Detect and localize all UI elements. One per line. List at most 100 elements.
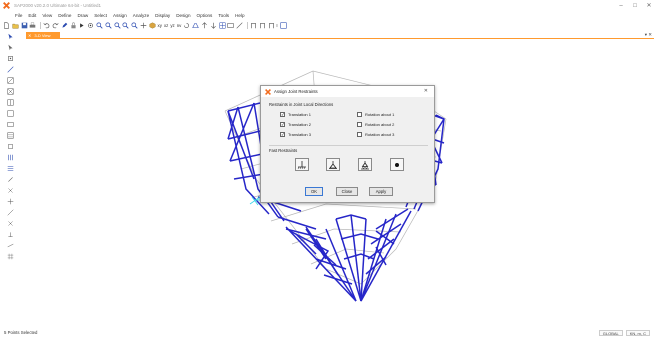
dialog-close-button[interactable]: ✕ <box>424 88 428 94</box>
grid-icon[interactable] <box>219 22 226 29</box>
section-cut-icon[interactable] <box>236 22 243 29</box>
redo-icon[interactable] <box>52 22 59 29</box>
menu-assign[interactable]: Assign <box>113 13 127 18</box>
display-options-icon[interactable] <box>227 22 234 29</box>
maximize-button[interactable]: □ <box>628 0 642 11</box>
view-xy-button[interactable]: xy <box>158 23 162 28</box>
pan-icon[interactable] <box>140 22 147 29</box>
apply-button[interactable]: Apply <box>369 187 393 196</box>
menu-draw[interactable]: Draw <box>77 13 88 18</box>
menu-options[interactable]: Options <box>197 13 213 18</box>
menu-analyze[interactable]: Analyze <box>133 13 149 18</box>
translation-3-row[interactable]: ✓ Translation 3 <box>280 132 311 137</box>
view-yz-button[interactable]: yz <box>170 23 174 28</box>
units-dropdown[interactable]: KN, m, C <box>625 329 650 336</box>
3d-view-icon[interactable] <box>149 22 156 29</box>
frame-rigid-icon[interactable] <box>268 22 275 29</box>
zoom-window-icon[interactable] <box>114 22 121 29</box>
joint-icon[interactable] <box>87 22 94 29</box>
snap-joint-icon[interactable] <box>7 198 14 205</box>
close-button[interactable]: Close <box>336 187 358 196</box>
draw-brace-icon[interactable] <box>7 88 14 95</box>
rotation-2-row[interactable]: Rotation about 2 <box>357 122 394 127</box>
select-previous-icon[interactable] <box>7 165 14 172</box>
rotation-3-checkbox[interactable] <box>357 132 362 137</box>
menu-design[interactable]: Design <box>176 13 190 18</box>
undo-icon[interactable] <box>43 22 50 29</box>
snap-line-icon[interactable] <box>7 242 14 249</box>
close-window-button[interactable]: ✕ <box>642 0 656 11</box>
clear-selection-icon[interactable] <box>7 176 14 183</box>
snap-fine-grid-icon[interactable] <box>7 253 14 260</box>
draw-area-icon[interactable] <box>7 110 14 117</box>
zoom-in-icon[interactable] <box>96 22 103 29</box>
view-xz-button[interactable]: xz <box>164 23 168 28</box>
view-nv-button[interactable]: nv <box>177 23 182 28</box>
menu-bar: File Edit View Define Draw Select Assign… <box>0 11 656 20</box>
new-icon[interactable] <box>3 22 10 29</box>
coordinate-system-dropdown[interactable]: GLOBAL <box>598 329 623 336</box>
fixed-support-button[interactable] <box>295 158 309 171</box>
translation-1-checkbox[interactable]: ✓ <box>280 112 285 117</box>
zoom-out-icon[interactable] <box>105 22 112 29</box>
quick-draw-frame-icon[interactable] <box>7 77 14 84</box>
zoom-full-icon[interactable] <box>131 22 138 29</box>
open-icon[interactable] <box>12 22 19 29</box>
menu-define[interactable]: Define <box>58 13 71 18</box>
ok-button[interactable]: OK <box>305 187 323 196</box>
pinned-support-button[interactable] <box>326 158 340 171</box>
run-icon[interactable] <box>78 22 85 29</box>
move-down-icon[interactable] <box>210 22 217 29</box>
rotation-1-checkbox[interactable] <box>357 112 362 117</box>
view-window-controls[interactable]: ▾ ✕ <box>645 32 652 38</box>
translation-2-checkbox[interactable]: ✓ <box>280 122 285 127</box>
menu-select[interactable]: Select <box>94 13 107 18</box>
tab-close-icon[interactable]: ✕ <box>28 33 31 38</box>
roller-support-button[interactable] <box>358 158 372 171</box>
draw-solid-icon[interactable] <box>7 143 14 150</box>
menu-display[interactable]: Display <box>155 13 170 18</box>
snap-midpoint-icon[interactable] <box>7 209 14 216</box>
quick-draw-area-icon[interactable] <box>7 132 14 139</box>
menu-help[interactable]: Help <box>235 13 244 18</box>
menu-edit[interactable]: Edit <box>28 13 36 18</box>
toolbar-separator <box>40 22 42 29</box>
frame-sections-icon[interactable] <box>279 22 287 29</box>
rotate-icon[interactable] <box>183 22 190 29</box>
snap-intersection-icon[interactable] <box>7 220 14 227</box>
draw-joint-icon[interactable] <box>7 55 14 62</box>
rotation-1-row[interactable]: Rotation about 1 <box>357 112 394 117</box>
lock-icon[interactable] <box>70 22 77 29</box>
reshape-icon[interactable] <box>7 44 14 51</box>
perspective-icon[interactable] <box>192 22 199 29</box>
translation-2-row[interactable]: ✓ Translation 2 <box>280 122 311 127</box>
draw-frame-icon[interactable] <box>7 66 14 73</box>
menu-file[interactable]: File <box>15 13 22 18</box>
section-shape-button[interactable]: I <box>276 23 277 28</box>
translation-3-checkbox[interactable]: ✓ <box>280 132 285 137</box>
translation-1-row[interactable]: ✓ Translation 1 <box>280 112 311 117</box>
intersecting-line-icon[interactable] <box>7 187 14 194</box>
draw-secondary-beam-icon[interactable] <box>7 99 14 106</box>
menu-view[interactable]: View <box>42 13 52 18</box>
move-up-icon[interactable] <box>201 22 208 29</box>
left-toolbar <box>7 33 15 323</box>
rotation-3-row[interactable]: Rotation about 3 <box>357 132 394 137</box>
minimize-button[interactable]: – <box>614 0 628 11</box>
pencil-icon[interactable] <box>61 22 68 29</box>
zoom-previous-icon[interactable] <box>122 22 129 29</box>
frame-alt-icon[interactable] <box>259 22 266 29</box>
sap2000-logo-icon <box>3 2 10 9</box>
free-joint-button[interactable] <box>390 158 404 171</box>
title-bar: SAP2000 v20.2.0 Ultimate 64-bit - Untitl… <box>0 0 656 11</box>
snap-perpendicular-icon[interactable] <box>7 231 14 238</box>
draw-rectangular-area-icon[interactable] <box>7 121 14 128</box>
select-all-icon[interactable] <box>7 154 14 161</box>
print-icon[interactable] <box>29 22 36 29</box>
menu-tools[interactable]: Tools <box>218 13 229 18</box>
tab-label: 3-D View <box>34 32 51 38</box>
pointer-icon[interactable] <box>7 33 14 40</box>
save-icon[interactable] <box>21 22 28 29</box>
frame-icon[interactable] <box>250 22 257 29</box>
rotation-2-checkbox[interactable] <box>357 122 362 127</box>
